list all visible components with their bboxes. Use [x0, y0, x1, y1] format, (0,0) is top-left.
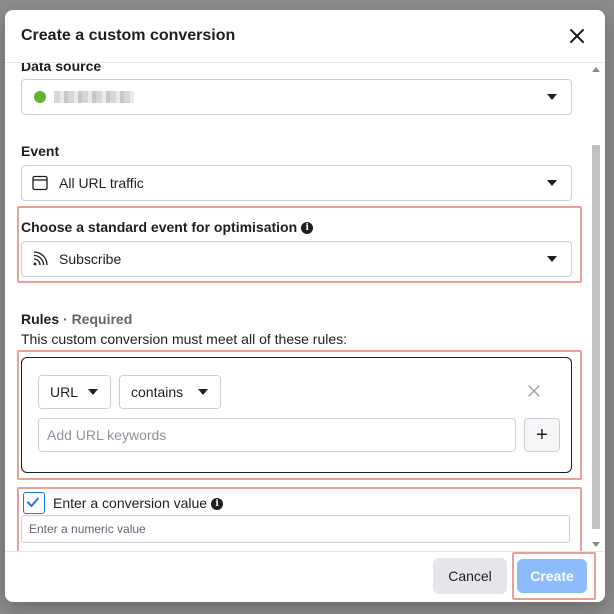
dialog-footer: Cancel Create [5, 551, 605, 602]
chevron-down-icon [547, 180, 557, 186]
data-source-select[interactable] [21, 79, 572, 115]
close-icon [570, 29, 584, 43]
dialog-header: Create a custom conversion [5, 10, 605, 63]
standard-event-select[interactable]: Subscribe [21, 241, 572, 277]
chevron-down-icon [547, 256, 557, 262]
chevron-down-icon [547, 94, 557, 100]
standard-event-label: Choose a standard event for optimisation… [21, 219, 314, 235]
info-icon[interactable]: i [211, 498, 224, 511]
rule-field-select[interactable]: URL [38, 375, 111, 409]
checkmark-icon [27, 497, 39, 507]
dialog-body: Data source Event All URL traffic Choose… [5, 63, 605, 551]
scroll-down-arrow-icon[interactable] [592, 542, 600, 547]
rule-operator-value: contains [131, 384, 184, 400]
rules-label: Rules · Required [21, 311, 132, 327]
create-custom-conversion-dialog: Create a custom conversion Data source E… [5, 10, 605, 602]
status-dot-icon [34, 91, 46, 103]
remove-rule-button[interactable] [527, 384, 541, 398]
cancel-button[interactable]: Cancel [433, 558, 507, 594]
required-tag: · Required [59, 311, 133, 327]
close-button[interactable] [565, 24, 589, 48]
rule-operator-select[interactable]: contains [119, 375, 221, 409]
scrollbar[interactable] [590, 63, 602, 551]
rss-feed-icon [33, 251, 48, 266]
conversion-value-label: Enter a conversion value i [53, 495, 224, 511]
info-icon[interactable]: i [301, 222, 314, 235]
url-keywords-input[interactable] [38, 418, 516, 452]
browser-window-icon [32, 175, 48, 191]
event-select[interactable]: All URL traffic [21, 165, 572, 201]
data-source-name-redacted [54, 91, 134, 103]
data-source-label: Data source [21, 63, 102, 74]
conversion-value-input[interactable] [21, 515, 570, 543]
conversion-value-checkbox[interactable] [23, 492, 45, 514]
standard-event-label-text: Choose a standard event for optimisation [21, 219, 298, 235]
chevron-down-icon [198, 389, 208, 395]
conversion-value-label-text: Enter a conversion value [53, 495, 208, 511]
close-icon [528, 385, 540, 397]
rule-field-value: URL [50, 384, 79, 400]
chevron-down-icon [88, 389, 98, 395]
standard-event-value: Subscribe [59, 251, 122, 267]
add-keyword-button[interactable]: + [524, 418, 560, 452]
event-value: All URL traffic [59, 175, 144, 191]
rules-label-text: Rules [21, 311, 60, 327]
dialog-title: Create a custom conversion [21, 27, 236, 44]
event-label: Event [21, 143, 60, 159]
scroll-up-arrow-icon[interactable] [592, 67, 600, 72]
rule-editor: URL contains + [21, 357, 572, 473]
scrollbar-thumb[interactable] [592, 145, 600, 529]
rules-description: This custom conversion must meet all of … [21, 331, 348, 347]
create-button[interactable]: Create [517, 559, 587, 593]
